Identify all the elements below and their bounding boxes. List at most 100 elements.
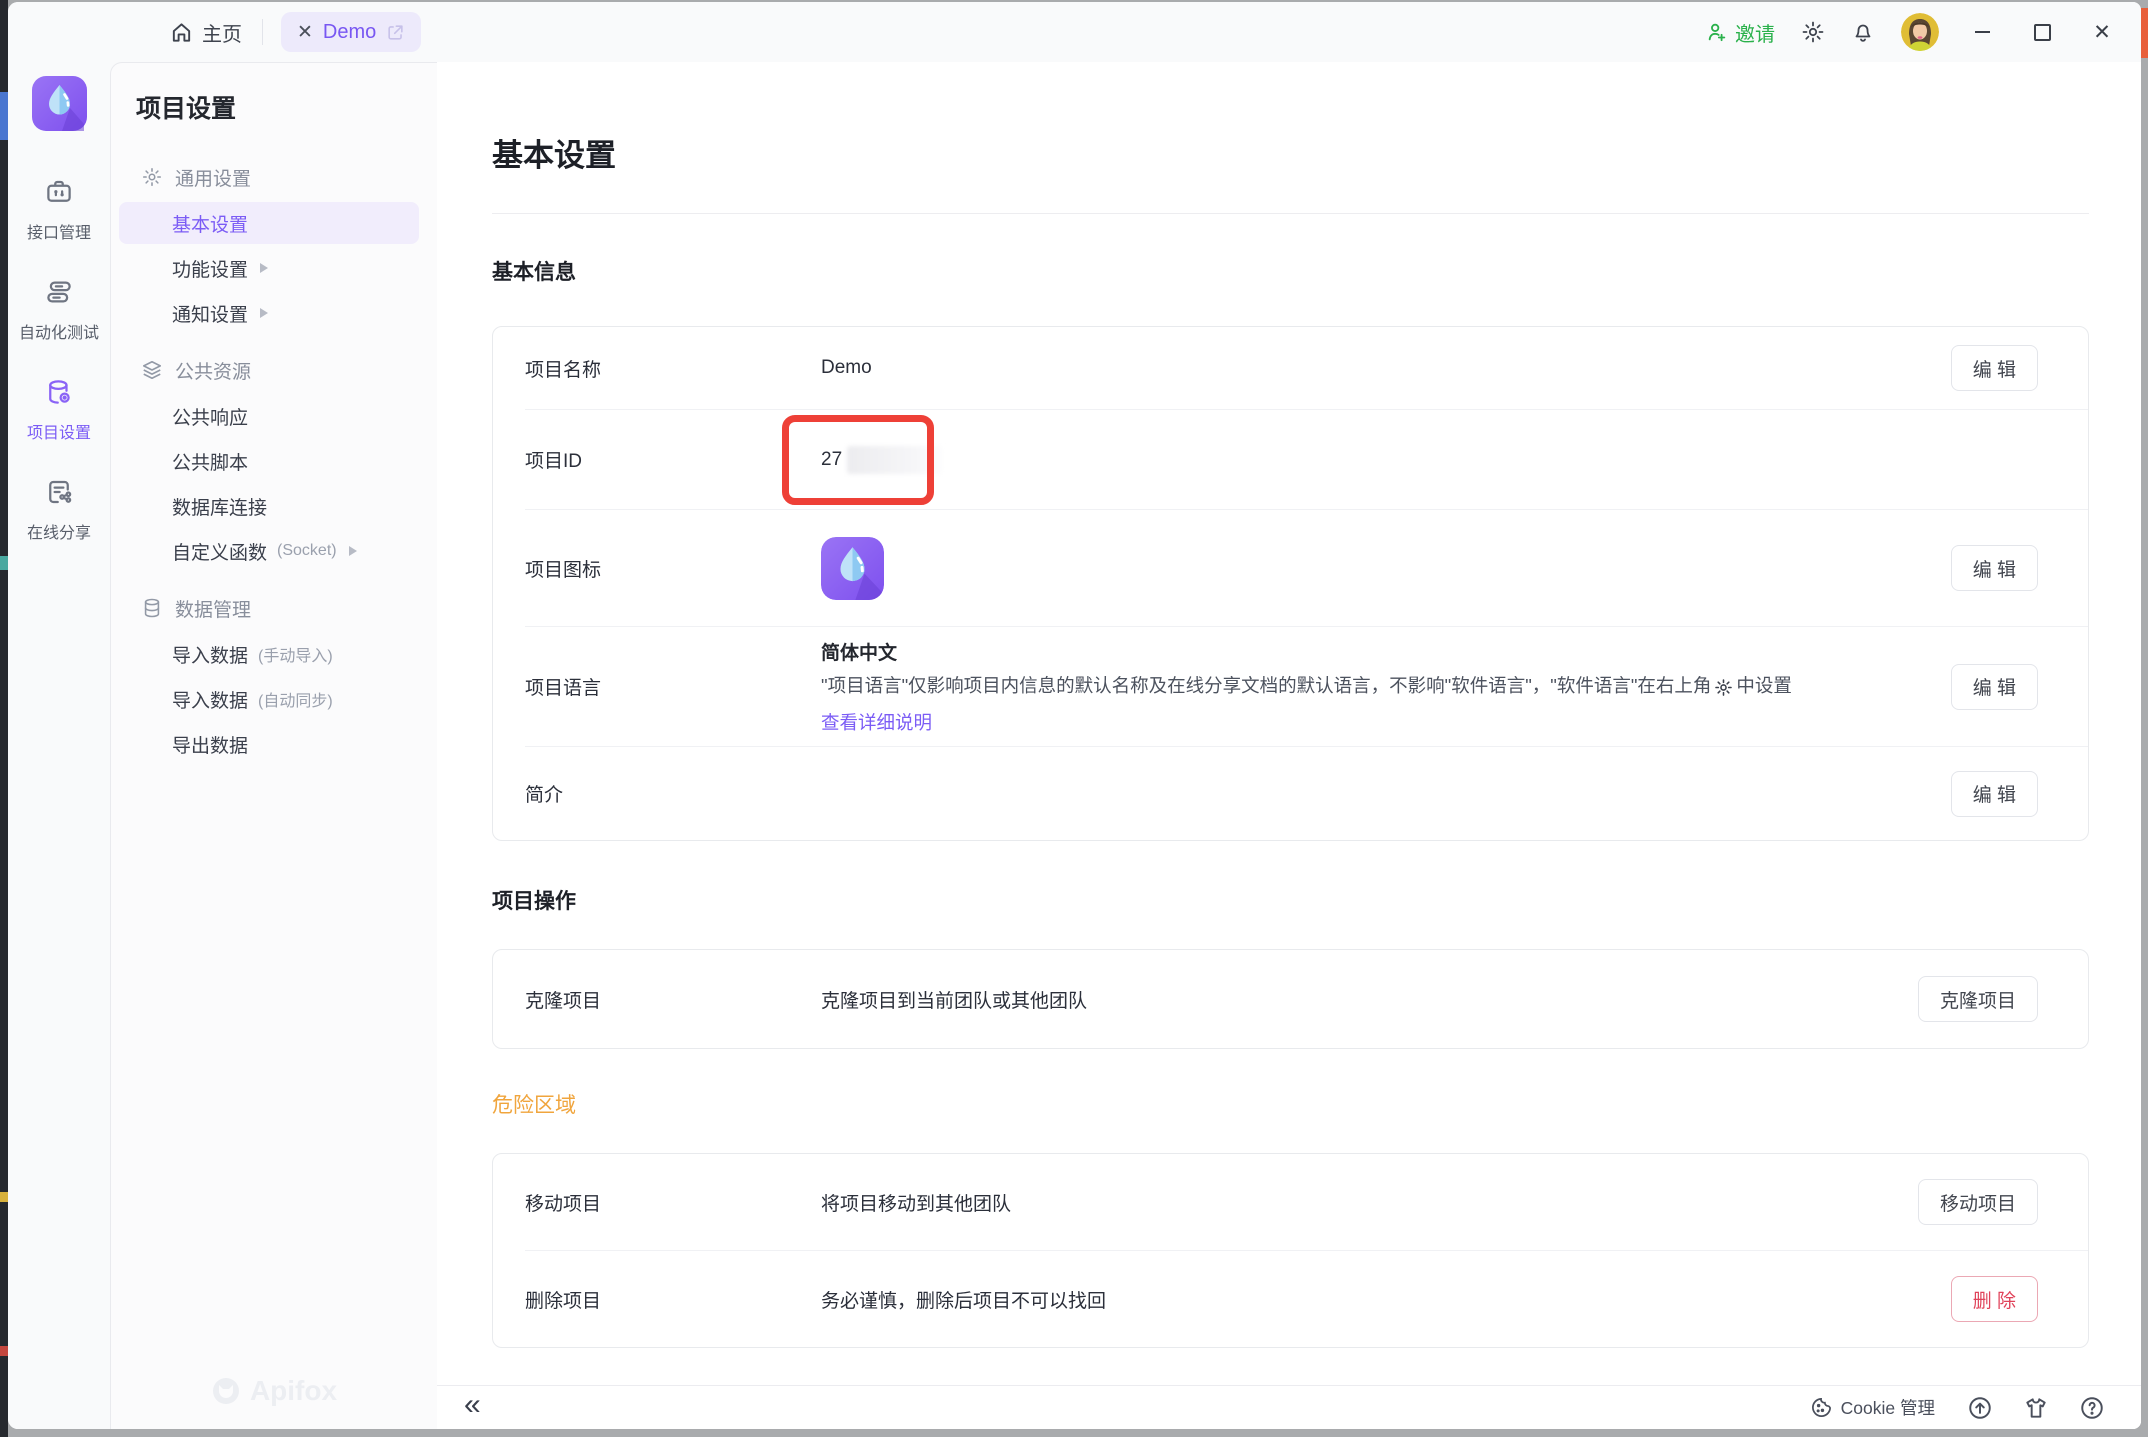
cookie-manage-button[interactable]: Cookie 管理	[1810, 1395, 1935, 1420]
tshirt-theme-icon[interactable]	[2023, 1395, 2049, 1421]
project-ops-card: 克隆项目 克隆项目到当前团队或其他团队 克隆项目	[492, 949, 2089, 1049]
item-label: 自定义函数	[172, 538, 267, 565]
main-content: 基本设置 基本信息 项目名称 Demo 编 辑 项目ID	[437, 62, 2141, 1385]
move-project-description: 将项目移动到其他团队	[821, 1189, 1918, 1216]
database-icon	[141, 597, 163, 619]
row-label: 项目语言	[493, 673, 821, 700]
sidebar-item-import-data-sync[interactable]: 导入数据 (自动同步)	[119, 678, 419, 720]
item-suffix: (手动导入)	[258, 642, 333, 666]
chevron-right-icon	[349, 546, 357, 556]
row-delete-project: 删除项目 务必谨慎，删除后项目不可以找回 删 除	[493, 1251, 2088, 1347]
rail-item-label: 接口管理	[27, 219, 91, 243]
sidebar-item-export-data[interactable]: 导出数据	[119, 723, 419, 765]
row-project-name: 项目名称 Demo 编 辑	[493, 327, 2088, 409]
project-language-description: "项目语言"仅影响项目内信息的默认名称及在线分享文档的默认语言，不影响"软件语言…	[821, 673, 1951, 700]
title-divider	[492, 213, 2089, 214]
rail-item-label: 在线分享	[27, 519, 91, 543]
row-label: 项目ID	[493, 446, 821, 473]
group-label: 通用设置	[175, 164, 251, 191]
rail-item-label: 自动化测试	[19, 319, 99, 343]
chevron-right-icon	[260, 308, 268, 318]
item-label: 导入数据	[172, 641, 248, 668]
group-shared-resources[interactable]: 公共资源	[111, 348, 437, 392]
danger-zone-card: 移动项目 将项目移动到其他团队 移动项目 删除项目 务必谨慎，删除后项目不可以找…	[492, 1153, 2089, 1348]
basic-info-card: 项目名称 Demo 编 辑 项目ID 27	[492, 326, 2089, 841]
cookie-icon	[1810, 1396, 1833, 1419]
topbar-divider	[262, 19, 263, 45]
tab-external-link-icon[interactable]	[386, 23, 405, 42]
window-minimize-button[interactable]	[1965, 2, 1999, 62]
page-title: 基本设置	[492, 130, 2089, 175]
invite-button[interactable]: 邀请	[1706, 18, 1775, 47]
help-icon[interactable]	[2079, 1395, 2105, 1421]
section-project-ops-title: 项目操作	[492, 885, 2089, 915]
row-project-language: 项目语言 简体中文 "项目语言"仅影响项目内信息的默认名称及在线分享文档的默认语…	[493, 627, 2088, 746]
sidebar-item-basic-settings[interactable]: 基本设置	[119, 202, 419, 244]
group-general-settings[interactable]: 通用设置	[111, 155, 437, 199]
project-id-redacted	[847, 446, 943, 474]
apifox-watermark: Apifox	[111, 1375, 437, 1407]
notifications-bell-icon[interactable]	[1851, 20, 1875, 44]
rail-item-online-sharing[interactable]: 在线分享	[11, 477, 107, 543]
gear-icon	[1714, 678, 1733, 697]
server-stack-icon	[44, 277, 74, 312]
clone-project-description: 克隆项目到当前团队或其他团队	[821, 986, 1918, 1013]
settings-sidebar: 项目设置 通用设置 基本设置 功能设置	[110, 62, 437, 1429]
item-label: 公共脚本	[172, 448, 248, 475]
cookie-manage-label: Cookie 管理	[1841, 1395, 1935, 1420]
rail-item-automated-testing[interactable]: 自动化测试	[11, 277, 107, 343]
status-bar: « Cookie 管理	[437, 1385, 2141, 1429]
rail-item-api-management[interactable]: 接口管理	[11, 177, 107, 243]
row-label: 项目图标	[493, 555, 821, 582]
edit-project-name-button[interactable]: 编 辑	[1951, 345, 2038, 391]
top-bar: 主页 ✕ Demo 邀请	[8, 2, 2141, 62]
item-label: 导入数据	[172, 686, 248, 713]
sidebar-item-feature-settings[interactable]: 功能设置	[119, 247, 419, 289]
window-maximize-button[interactable]	[2025, 2, 2059, 62]
edit-project-intro-button[interactable]: 编 辑	[1951, 771, 2038, 817]
edit-project-icon-button[interactable]: 编 辑	[1951, 545, 2038, 591]
sidebar-item-custom-functions[interactable]: 自定义函数 (Socket)	[119, 530, 419, 572]
settings-gear-icon[interactable]	[1801, 20, 1825, 44]
view-details-link[interactable]: 查看详细说明	[821, 712, 932, 733]
sidebar-item-import-data-manual[interactable]: 导入数据 (手动导入)	[119, 633, 419, 675]
desktop-edge-right	[2140, 0, 2148, 1437]
project-language-value: 简体中文	[821, 638, 1951, 665]
home-tab[interactable]: 主页	[170, 18, 242, 47]
project-name-value: Demo	[821, 357, 1951, 379]
user-avatar[interactable]	[1901, 13, 1939, 51]
rail-item-label: 项目设置	[27, 419, 91, 443]
item-label: 功能设置	[172, 255, 248, 282]
item-suffix: (自动同步)	[258, 687, 333, 711]
section-danger-zone-title: 危险区域	[492, 1089, 2089, 1119]
upload-arrow-icon[interactable]	[1967, 1395, 1993, 1421]
project-id-value: 27	[821, 449, 842, 471]
sidebar-item-shared-scripts[interactable]: 公共脚本	[119, 440, 419, 482]
group-data-management[interactable]: 数据管理	[111, 586, 437, 630]
delete-project-button[interactable]: 删 除	[1951, 1276, 2038, 1322]
sidebar-item-database-connections[interactable]: 数据库连接	[119, 485, 419, 527]
sidebar-item-notification-settings[interactable]: 通知设置	[119, 292, 419, 334]
topbar-right: 邀请 ✕	[1706, 2, 2141, 62]
edit-project-language-button[interactable]: 编 辑	[1951, 664, 2038, 710]
row-project-icon: 项目图标 编 辑	[493, 510, 2088, 626]
sidebar-item-shared-responses[interactable]: 公共响应	[119, 395, 419, 437]
tab-label: Demo	[323, 21, 376, 44]
app-logo[interactable]	[32, 76, 87, 131]
item-suffix: (Socket)	[277, 542, 337, 560]
project-tab-demo[interactable]: ✕ Demo	[281, 12, 421, 52]
primary-rail: 接口管理 自动化测试 项目设置	[8, 62, 110, 1429]
toolbox-icon	[44, 177, 74, 212]
item-label: 数据库连接	[172, 493, 267, 520]
home-icon	[170, 21, 193, 44]
tab-close-icon[interactable]: ✕	[297, 23, 313, 42]
group-label: 公共资源	[175, 357, 251, 384]
row-project-intro: 简介 编 辑	[493, 747, 2088, 840]
collapse-sidebar-button[interactable]: «	[464, 1390, 479, 1420]
clone-project-button[interactable]: 克隆项目	[1918, 976, 2038, 1022]
move-project-button[interactable]: 移动项目	[1918, 1179, 2038, 1225]
window-close-button[interactable]: ✕	[2085, 2, 2119, 62]
rail-item-project-settings[interactable]: 项目设置	[11, 377, 107, 443]
item-label: 通知设置	[172, 300, 248, 327]
item-label: 基本设置	[172, 210, 248, 237]
